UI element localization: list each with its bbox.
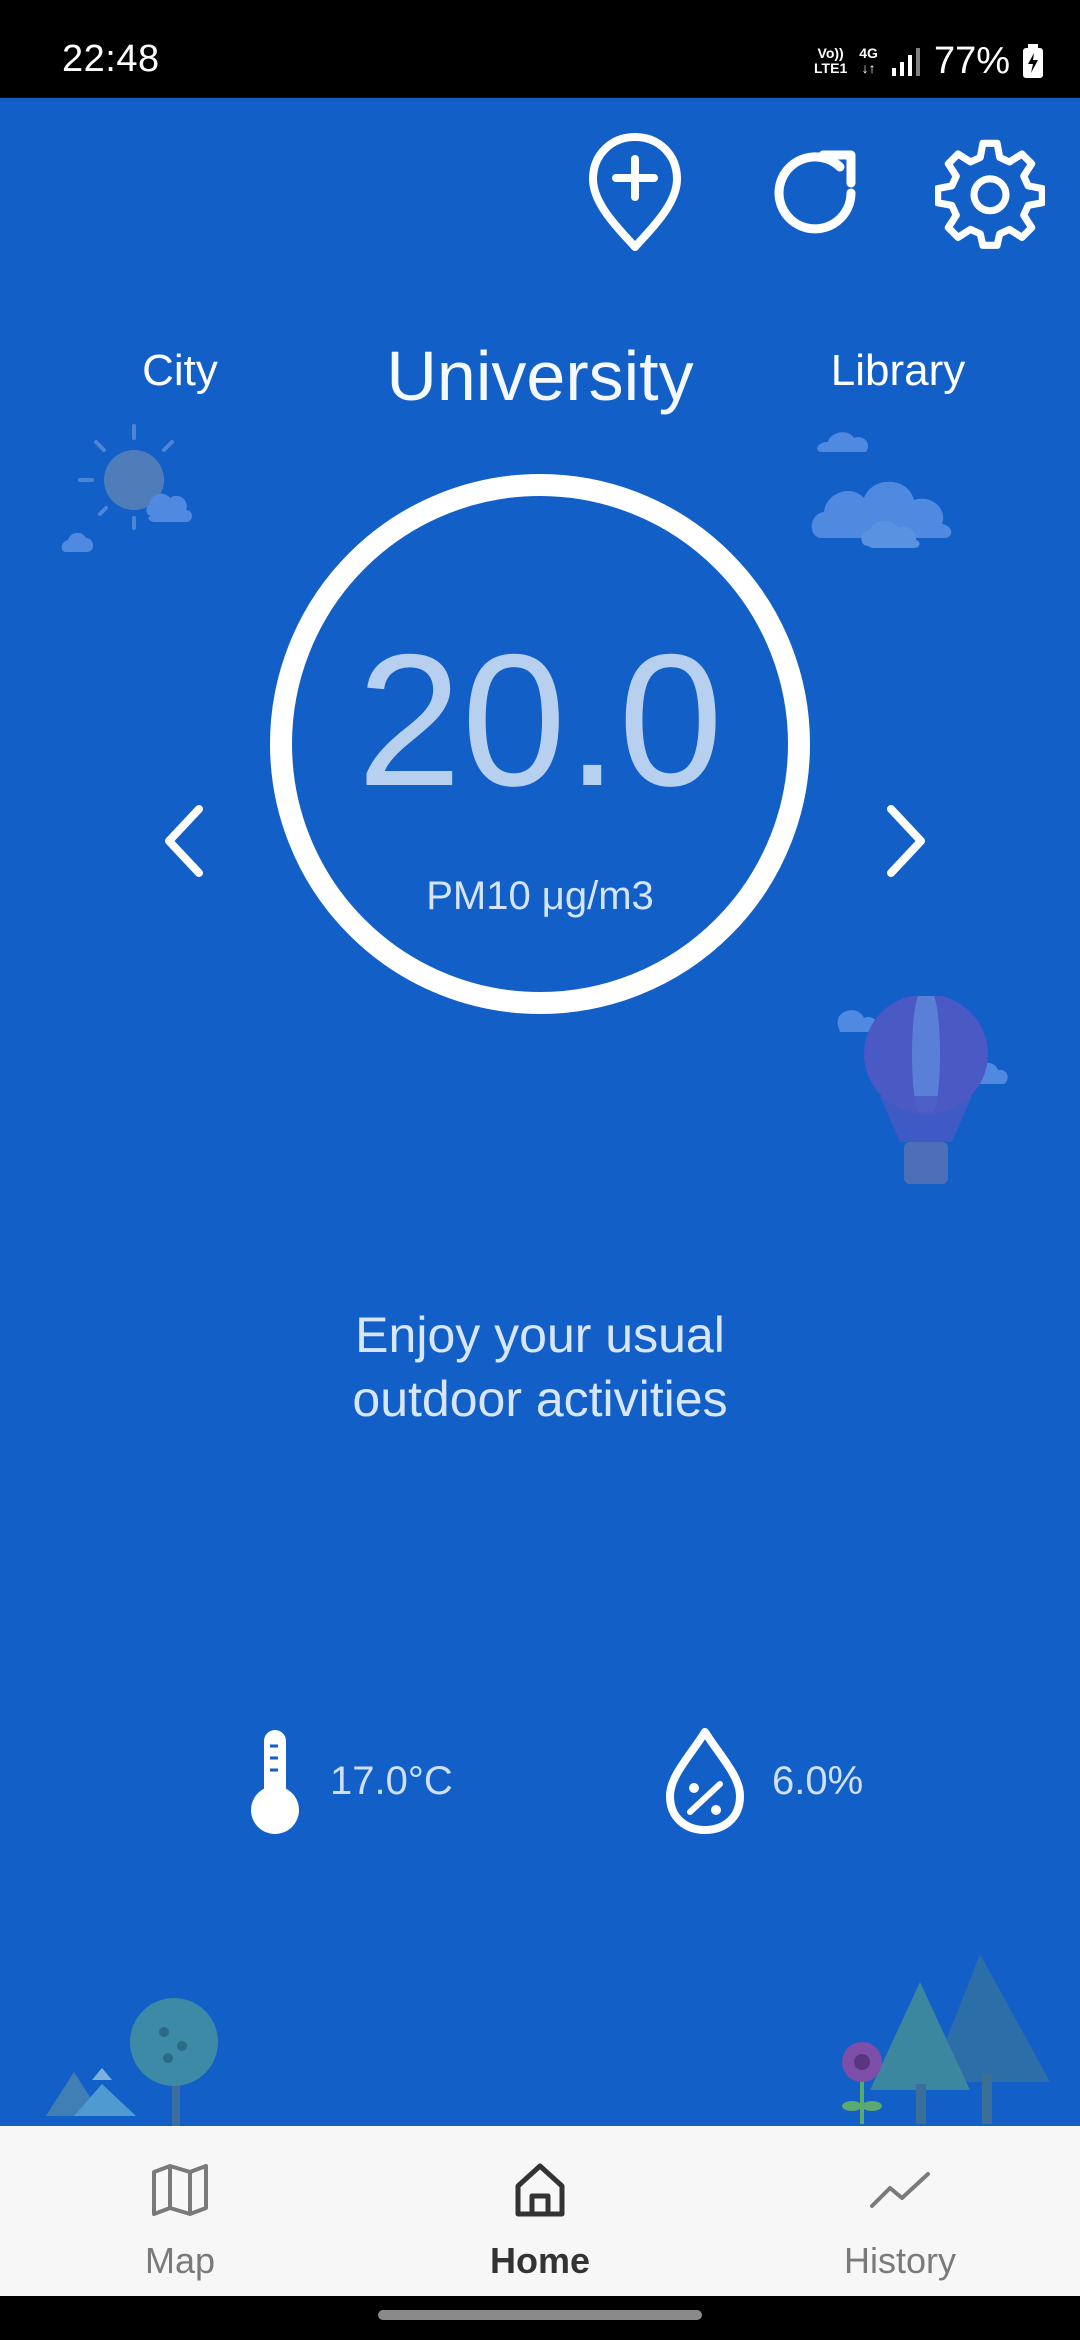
nav-label-home: Home — [489, 2240, 591, 2281]
next-location-label[interactable]: Library — [778, 346, 1018, 396]
thermometer-icon — [251, 1730, 299, 1834]
battery-charging-icon — [1023, 44, 1043, 78]
temperature-metric: 17.0°C — [242, 1726, 453, 1836]
tree-mountains-illustration — [46, 1998, 218, 2126]
hot-air-balloon-icon — [837, 996, 1008, 1184]
gear-icon — [935, 139, 1045, 249]
pm10-gauge: 20.0 PM10 μg/m3 — [270, 474, 810, 1014]
previous-location-label[interactable]: City — [60, 346, 300, 396]
status-bar: 22:48 Vo)) LTE1 4G ↓↑ 77% — [0, 0, 1080, 98]
volte-line2: LTE1 — [814, 60, 848, 76]
pm10-unit: PM10 μg/m3 — [426, 874, 654, 918]
current-location-title: University — [386, 337, 694, 415]
volte-indicator: Vo)) LTE1 — [814, 46, 847, 76]
advice-line1: Enjoy your usual — [355, 1307, 725, 1363]
nav-label-history: History — [843, 2240, 956, 2281]
temperature-value: 17.0°C — [330, 1758, 453, 1803]
pm10-value: 20.0 — [357, 615, 723, 825]
add-location-icon — [589, 133, 681, 251]
humidity-value: 6.0% — [772, 1758, 864, 1803]
humidity-drop-icon — [666, 1728, 744, 1834]
refresh-button[interactable] — [760, 128, 870, 258]
map-icon — [150, 2158, 210, 2222]
status-time: 22:48 — [62, 38, 160, 80]
volte-line1: Vo)) — [817, 45, 844, 61]
nav-item-map[interactable]: Map — [0, 2126, 360, 2296]
network-type: 4G — [859, 45, 878, 61]
humidity-metric: 6.0% — [660, 1726, 863, 1836]
nav-item-home[interactable]: Home — [360, 2126, 720, 2296]
status-icons: Vo)) LTE1 4G ↓↑ 77% — [814, 36, 1044, 86]
chevron-left-icon — [165, 805, 203, 877]
chevron-right-icon — [887, 805, 925, 877]
nav-label-map: Map — [144, 2240, 216, 2281]
nav-item-history[interactable]: History — [720, 2126, 1080, 2296]
gesture-bar — [0, 2296, 1080, 2340]
home-icon — [510, 2158, 570, 2222]
network-indicator: 4G ↓↑ — [859, 46, 878, 76]
battery-percent: 77% — [933, 39, 1010, 82]
sun-cloud-icon — [61, 424, 192, 552]
settings-button[interactable] — [935, 128, 1045, 258]
app-main: City University Library 20.0 PM10 μg/m3 … — [0, 98, 1080, 2126]
add-location-button[interactable] — [580, 128, 690, 258]
home-gesture-handle[interactable] — [378, 2310, 702, 2320]
phone-screen: 22:48 Vo)) LTE1 4G ↓↑ 77% City Universit… — [0, 0, 1080, 2340]
data-arrows-icon: ↓↑ — [861, 60, 876, 76]
advice-text: Enjoy your usual outdoor activities — [200, 1303, 880, 1431]
clouds-icon — [811, 432, 952, 548]
next-location-button[interactable] — [860, 786, 950, 896]
refresh-icon — [774, 150, 856, 234]
bottom-navigation: Map Home History — [0, 2126, 1080, 2296]
trend-line-icon — [868, 2158, 932, 2222]
trees-flower-illustration — [842, 1954, 1050, 2124]
previous-location-button[interactable] — [140, 786, 230, 896]
signal-icon — [891, 48, 920, 76]
advice-line2: outdoor activities — [352, 1371, 728, 1427]
